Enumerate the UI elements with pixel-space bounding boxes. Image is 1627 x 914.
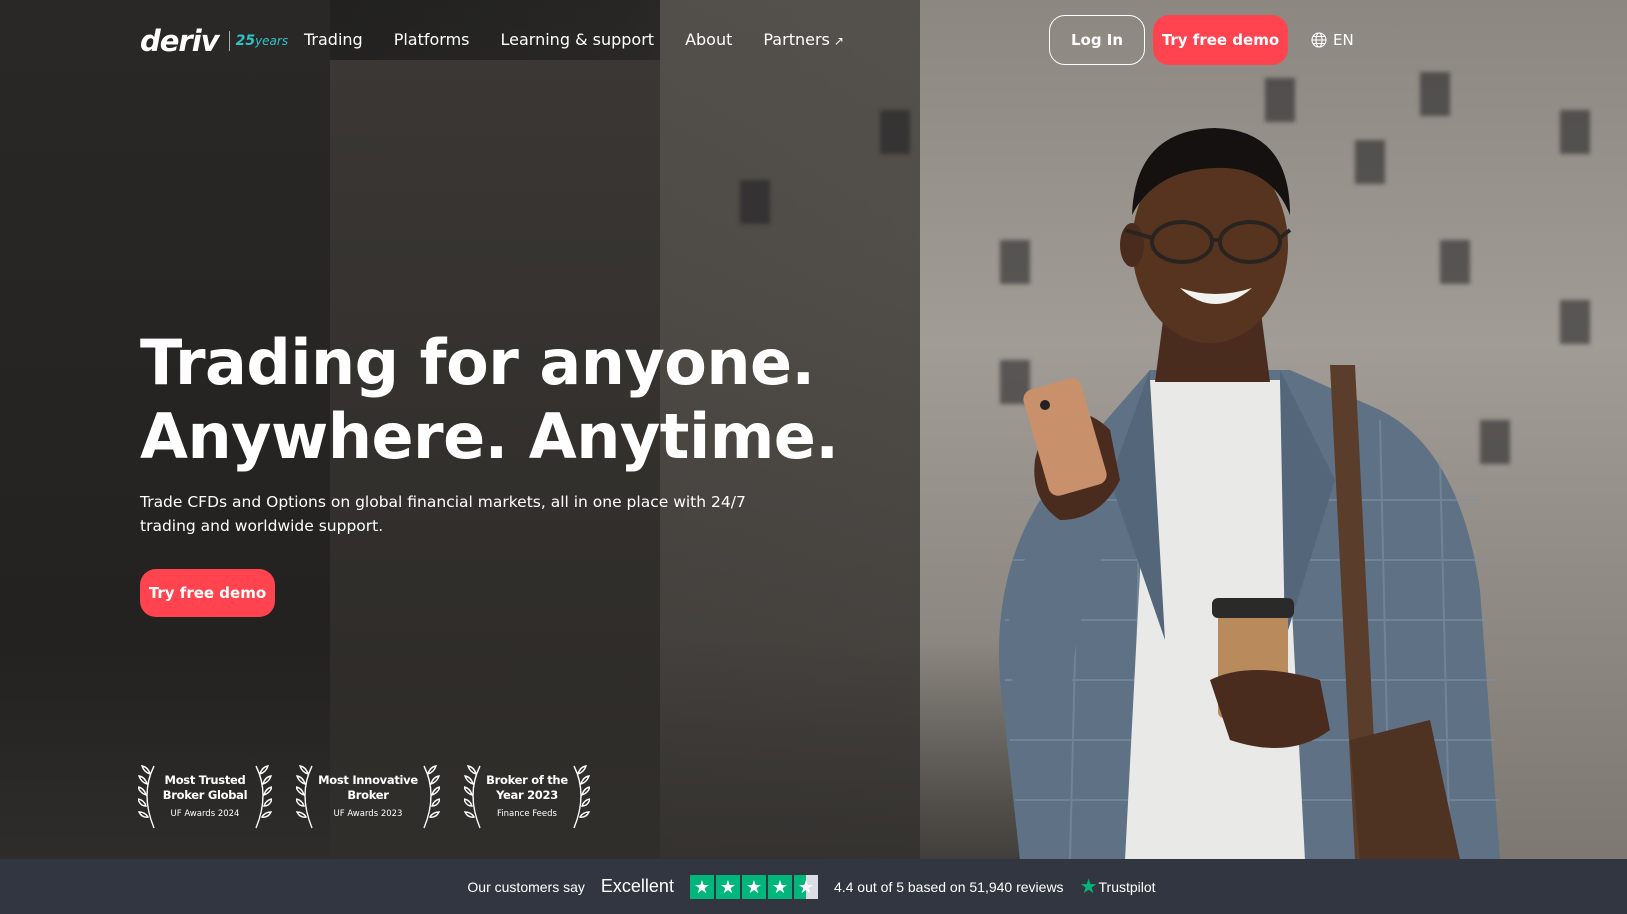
- trustpilot-stars: ★ ★ ★ ★ ★: [689, 874, 818, 899]
- logo-separator: [228, 31, 230, 51]
- award-title-line2: Year 2023: [496, 788, 558, 802]
- nav-item-partners[interactable]: Partners ↗: [763, 30, 844, 49]
- awards-row: Most Trusted Broker Global UF Awards 202…: [138, 760, 590, 832]
- award-badge: Most Trusted Broker Global UF Awards 202…: [138, 760, 272, 832]
- login-button[interactable]: Log In: [1049, 15, 1145, 65]
- trustpilot-brand: Trustpilot: [1098, 878, 1156, 895]
- laurel-icon: [464, 765, 481, 829]
- star-icon: ★: [767, 874, 792, 899]
- logo-years-number: 25: [235, 33, 256, 49]
- trustpilot-rating-text: 4.4 out of 5 based on 51,940 reviews: [833, 878, 1064, 895]
- trustpilot-star-icon: ★: [1079, 876, 1098, 898]
- nav-item-partners-label: Partners: [763, 30, 830, 49]
- logo-anniversary: 25years: [236, 33, 289, 49]
- logo-years-word: years: [255, 34, 289, 48]
- language-selector[interactable]: EN: [1311, 31, 1354, 49]
- hero-subtitle: Trade CFDs and Options on global financi…: [140, 493, 746, 535]
- logo-wordmark: deriv: [140, 24, 220, 58]
- nav-item-learning-support[interactable]: Learning & support: [501, 30, 655, 49]
- star-icon: ★: [689, 874, 714, 899]
- laurel-icon: [255, 765, 272, 829]
- hero-person-image: [999, 128, 1500, 859]
- award-source: Finance Feeds: [497, 809, 557, 819]
- award-source: UF Awards 2024: [170, 809, 240, 819]
- star-icon: ★: [715, 874, 740, 899]
- language-code: EN: [1333, 31, 1354, 49]
- laurel-icon: [138, 765, 155, 829]
- award-title-line2: Broker Global: [162, 788, 248, 802]
- award-title-line1: Most Innovative: [318, 773, 418, 787]
- award-source: UF Awards 2023: [333, 809, 403, 819]
- laurel-icon: [296, 765, 313, 829]
- main-nav: Trading Platforms Learning & support Abo…: [304, 30, 844, 49]
- deriv-logo[interactable]: deriv 25years: [140, 24, 288, 58]
- hero-headline: Trading for anyone. Anywhere. Anytime.: [140, 326, 839, 474]
- nav-item-platforms[interactable]: Platforms: [394, 30, 470, 49]
- star-icon: ★: [741, 874, 766, 899]
- award-title-line1: Broker of the: [486, 773, 568, 787]
- nav-item-about[interactable]: About: [685, 30, 732, 49]
- try-free-demo-button-hero[interactable]: Try free demo: [140, 569, 275, 617]
- award-title-line2: Broker: [347, 788, 389, 802]
- globe-icon: [1311, 32, 1327, 48]
- award-title-line1: Most Trusted: [164, 773, 246, 787]
- laurel-icon: [423, 765, 440, 829]
- trustpilot-bar: Our customers say Excellent ★ ★ ★ ★ ★ 4.…: [0, 859, 1627, 914]
- external-arrow-icon: ↗: [833, 34, 844, 48]
- nav-item-trading[interactable]: Trading: [304, 30, 363, 49]
- trustpilot-logo[interactable]: ★ Trustpilot: [1080, 874, 1156, 899]
- award-badge: Most Innovative Broker UF Awards 2023: [296, 760, 440, 832]
- award-badge: Broker of the Year 2023 Finance Feeds: [464, 760, 590, 832]
- trustpilot-widget[interactable]: Our customers say Excellent ★ ★ ★ ★ ★ 4.…: [467, 874, 1156, 899]
- try-free-demo-button-header[interactable]: Try free demo: [1153, 15, 1288, 65]
- trustpilot-customers-say: Our customers say: [467, 878, 585, 895]
- laurel-icon: [573, 765, 590, 829]
- half-star-icon: ★: [793, 874, 818, 899]
- site-header: deriv 25years Trading Platforms Learning…: [0, 0, 1627, 80]
- trustpilot-rating-word: Excellent: [600, 876, 674, 896]
- hero-headline-line1: Trading for anyone.: [140, 326, 815, 399]
- hero-headline-line2: Anywhere. Anytime.: [140, 400, 839, 473]
